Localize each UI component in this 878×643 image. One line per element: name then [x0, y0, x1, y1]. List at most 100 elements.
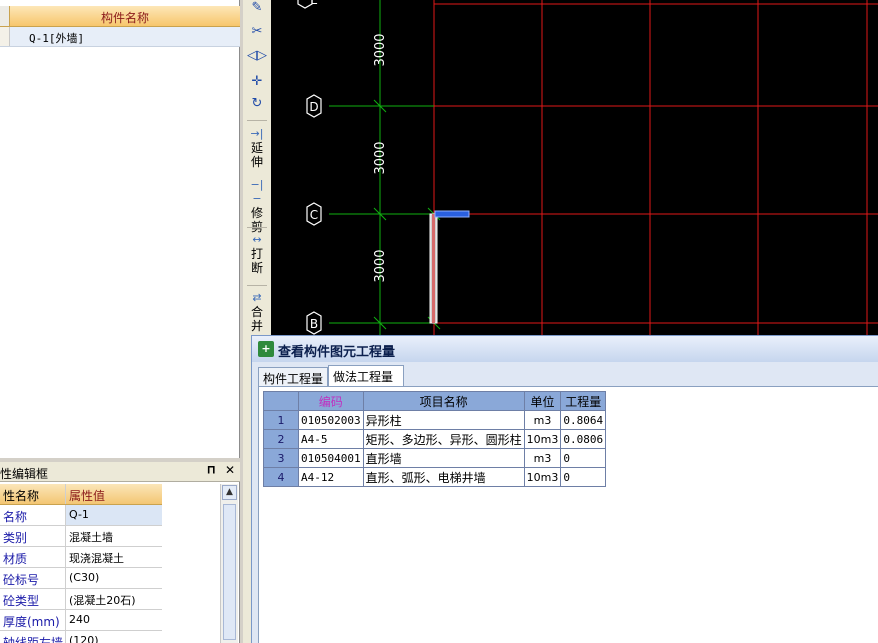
property-name-header: 性名称: [0, 484, 66, 504]
table-row[interactable]: 4 A4-12 直形、弧形、电梯井墙 10m3 0: [263, 467, 607, 487]
dialog-body: 编码 项目名称 单位 工程量 1 010502003 异形柱 m3 0.8064…: [258, 386, 878, 643]
item-code: A4-12: [298, 467, 364, 487]
property-name: 厚度(mm): [0, 610, 66, 630]
extend-button[interactable]: →| 延伸: [246, 127, 268, 169]
property-name: 砼标号: [0, 568, 66, 588]
row-number-header: [263, 391, 299, 411]
item-code: A4-5: [298, 429, 364, 449]
item-unit: m3: [523, 410, 562, 430]
cad-drawing-canvas[interactable]: E D C B 3000 3000 3000: [271, 0, 878, 335]
copy-icon[interactable]: ✂: [246, 24, 268, 39]
brush-icon[interactable]: ✎: [246, 0, 268, 15]
wall-element-selected[interactable]: [434, 210, 470, 218]
rotate-icon[interactable]: ↻: [246, 96, 268, 111]
quantity-column-header[interactable]: 工程量: [560, 391, 607, 411]
property-name: 轴线距左墙: [0, 631, 66, 643]
red-grid-lines: [433, 0, 878, 335]
tab-method-quantity[interactable]: 做法工程量: [328, 365, 404, 386]
item-unit: 10m3: [523, 429, 562, 449]
merge-button[interactable]: ⇄ 合并: [246, 291, 268, 333]
row-stub: [0, 27, 10, 46]
item-name: 矩形、多边形、异形、圆形柱: [362, 429, 525, 449]
item-name-column-header[interactable]: 项目名称: [362, 391, 525, 411]
axis-bubbles: [297, 0, 322, 335]
wall-element-core: [432, 214, 435, 323]
app-logo-icon: +: [258, 341, 274, 357]
item-quantity: 0: [560, 448, 607, 468]
property-value[interactable]: (C30): [66, 568, 162, 588]
property-panel-scrollbar[interactable]: ▲: [220, 484, 238, 643]
item-code: 010502003: [298, 410, 364, 430]
item-name: 直形墙: [362, 448, 525, 468]
code-column-header[interactable]: 编码: [298, 391, 364, 411]
dimension-label: 3000: [373, 33, 388, 66]
axis-label-c: C: [310, 208, 318, 222]
property-panel-title: 性编辑框: [0, 467, 49, 481]
toolbar-separator: [247, 285, 267, 286]
trim-button[interactable]: −|− 修剪: [246, 178, 268, 234]
property-value-header: 属性值: [69, 489, 106, 503]
property-row[interactable]: 轴线距左墙 (120): [0, 631, 162, 643]
property-value[interactable]: (120): [66, 631, 162, 643]
property-row[interactable]: 名称 Q-1: [0, 505, 162, 526]
dimension-label: 3000: [373, 141, 388, 174]
header-row-stub: [0, 6, 10, 26]
component-name-column-header[interactable]: 构件名称: [10, 9, 240, 26]
table-row[interactable]: 3 010504001 直形墙 m3 0: [263, 448, 607, 468]
property-name: 材质: [0, 547, 66, 567]
property-panel: 性编辑框 𝚷 ✕ 性名称 属性值 名称 Q-1 类别 混凝土墙 材质 现浇混凝土…: [0, 462, 240, 643]
axis-label-e: E: [310, 0, 318, 7]
row-number: 2: [263, 429, 299, 449]
break-icon: ↔: [252, 233, 262, 246]
trim-icon: −|−: [250, 178, 264, 205]
item-quantity: 0: [560, 467, 607, 487]
mirror-icon[interactable]: ◁▷: [246, 48, 268, 63]
tab-component-quantity[interactable]: 构件工程量: [258, 367, 328, 386]
dialog-title: 查看构件图元工程量: [278, 345, 396, 360]
axis-label-b: B: [310, 317, 318, 331]
property-row[interactable]: 类别 混凝土墙: [0, 526, 162, 547]
property-value[interactable]: 现浇混凝土: [66, 547, 162, 567]
toolbar-separator: [247, 120, 267, 121]
property-value[interactable]: 混凝土墙: [66, 526, 162, 546]
property-row[interactable]: 砼标号 (C30): [0, 568, 162, 589]
item-quantity: 0.0806: [560, 429, 607, 449]
component-row[interactable]: Q-1[外墙]: [0, 27, 240, 47]
item-code: 010504001: [298, 448, 364, 468]
item-unit: m3: [523, 448, 562, 468]
property-table: 性名称 属性值 名称 Q-1 类别 混凝土墙 材质 现浇混凝土 砼标号 (C30…: [0, 484, 162, 643]
break-button[interactable]: ↔ 打断: [246, 233, 268, 275]
property-value[interactable]: Q-1: [66, 505, 162, 525]
property-table-header: 性名称 属性值: [0, 484, 162, 505]
extend-icon: →|: [250, 127, 264, 140]
table-row[interactable]: 1 010502003 异形柱 m3 0.8064: [263, 410, 607, 430]
scrollbar-thumb[interactable]: [223, 504, 236, 640]
item-name: 直形、弧形、电梯井墙: [362, 467, 525, 487]
property-name: 砼类型: [0, 589, 66, 609]
property-name: 名称: [0, 505, 66, 525]
pin-icon[interactable]: 𝚷: [207, 464, 215, 478]
property-panel-titlebar: 性编辑框 𝚷 ✕: [0, 462, 240, 482]
move-icon[interactable]: ✛: [246, 74, 268, 89]
item-quantity: 0.8064: [560, 410, 607, 430]
property-name: 类别: [0, 526, 66, 546]
property-row[interactable]: 砼类型 (混凝土20石): [0, 589, 162, 610]
component-name[interactable]: Q-1[外墙]: [29, 30, 84, 46]
unit-column-header[interactable]: 单位: [523, 391, 562, 411]
close-icon[interactable]: ✕: [225, 463, 235, 477]
row-number: 1: [263, 410, 299, 430]
dialog-titlebar[interactable]: + 查看构件图元工程量: [252, 336, 878, 362]
dimension-label: 3000: [373, 249, 388, 282]
property-value[interactable]: (混凝土20石): [66, 589, 162, 609]
table-row[interactable]: 2 A4-5 矩形、多边形、异形、圆形柱 10m3 0.0806: [263, 429, 607, 449]
cad-drawing: E D C B 3000 3000 3000: [297, 0, 878, 335]
quantity-table-header: 编码 项目名称 单位 工程量: [263, 391, 607, 411]
row-number: 3: [263, 448, 299, 468]
break-label: 打断: [250, 247, 263, 275]
extend-label: 延伸: [250, 141, 263, 169]
scroll-up-arrow-icon[interactable]: ▲: [222, 485, 237, 500]
property-row[interactable]: 材质 现浇混凝土: [0, 547, 162, 568]
toolbar-separator: [247, 227, 267, 228]
property-value[interactable]: 240: [66, 610, 162, 630]
property-row[interactable]: 厚度(mm) 240: [0, 610, 162, 631]
